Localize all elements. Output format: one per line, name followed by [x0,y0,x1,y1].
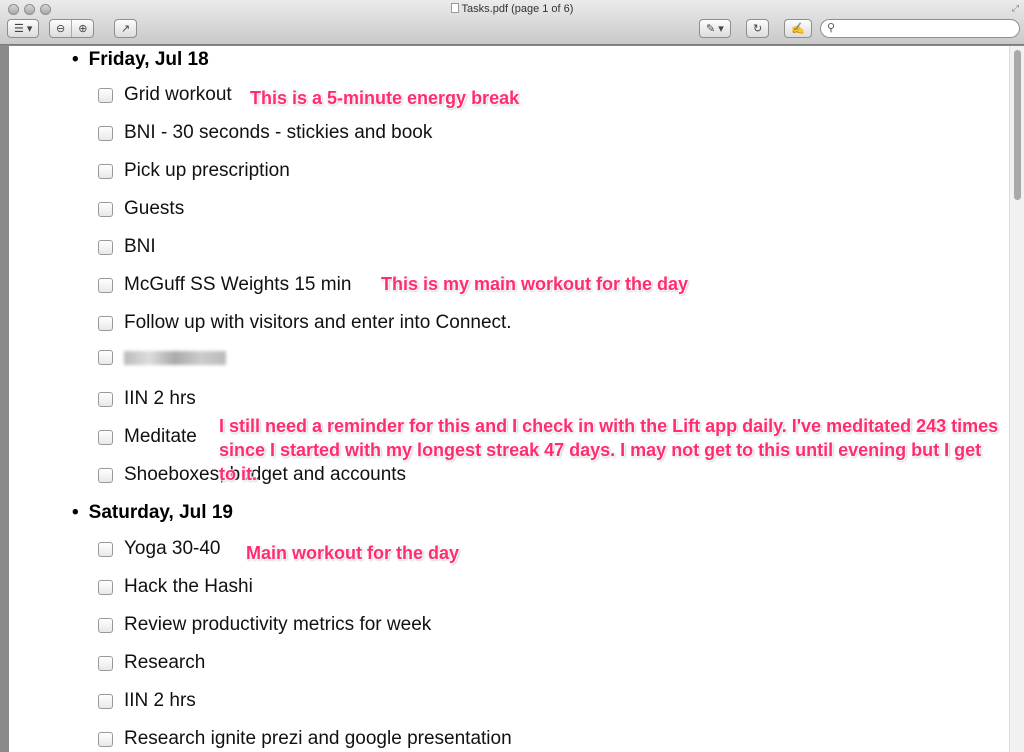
edit-button[interactable]: ✍ [784,19,812,38]
task-label: Guests [124,198,185,219]
task-checkbox[interactable] [98,655,113,671]
scrollbar[interactable] [1009,46,1024,752]
task-checkbox[interactable] [98,239,113,255]
annotation-grid: This is a 5-minute energy break [250,88,520,108]
task-label: Follow up with visitors and enter into C… [124,312,512,333]
title-bar: Tasks.pdf (page 1 of 6) ⤢ ☰ ▾ ⊖ ⊕ ↗ ✎ ▾ ↻… [0,0,1024,45]
annotation-meditate: I still need a reminder for this and I c… [219,416,999,484]
task-label: IIN 2 hrs [124,388,196,409]
window-title: Tasks.pdf (page 1 of 6) [0,3,1024,15]
task-label: Pick up prescription [124,160,290,181]
rotate-button[interactable]: ↻ [746,19,770,38]
task-label: BNI - 30 seconds - stickies and book [124,122,433,143]
task-label: BNI [124,236,156,257]
task-label: Meditate [124,426,197,447]
redacted-text [124,350,226,365]
task-label: Yoga 30-40 [124,538,221,559]
task-checkbox[interactable] [98,617,113,633]
task-item: IIN 2 hrs [98,690,196,712]
annotation-mcguff: This is my main workout for the day [381,274,689,294]
task-label: McGuff SS Weights 15 min [124,274,352,295]
task-label: IIN 2 hrs [124,690,196,711]
pdf-document-icon [450,3,459,13]
window-title-text: Tasks.pdf (page 1 of 6) [461,3,574,15]
rotate-icon: ↻ [753,23,763,35]
task-item: Research ignite prezi and google present… [98,728,512,750]
task-label: Grid workout [124,84,232,105]
task-checkbox[interactable] [98,467,113,483]
fullscreen-icon[interactable]: ⤢ [1012,3,1019,14]
edit-icon: ✍ [791,23,805,35]
task-item: Grid workout [98,84,232,106]
task-checkbox[interactable] [98,693,113,709]
day-heading: Saturday, Jul 19 [72,502,233,524]
sidebar-icon: ☰ ▾ [14,23,33,35]
annotate-button[interactable]: ✎ ▾ [699,19,731,38]
task-checkbox[interactable] [98,429,113,445]
share-button[interactable]: ↗ [114,19,138,38]
day-heading: Friday, Jul 18 [72,49,209,71]
task-item: Follow up with visitors and enter into C… [98,312,512,334]
annotation-yoga: Main workout for the day [246,543,460,563]
scrollbar-thumb[interactable] [1014,50,1021,200]
task-item: BNI [98,236,156,258]
task-checkbox[interactable] [98,541,113,557]
share-icon: ↗ [121,23,131,35]
sidebar-button[interactable]: ☰ ▾ [7,19,40,38]
task-item: Hack the Hashi [98,576,253,598]
search-input[interactable]: ⚲ [820,19,1020,38]
task-checkbox[interactable] [98,731,113,747]
task-item: Research [98,652,205,674]
task-label: Research [124,652,206,673]
task-checkbox[interactable] [98,579,113,595]
task-checkbox[interactable] [98,201,113,217]
task-label: Hack the Hashi [124,576,253,597]
task-item: McGuff SS Weights 15 min [98,274,351,296]
zoom-out-button[interactable]: ⊖ [50,20,73,37]
search-icon: ⚲ [827,22,836,34]
pen-icon: ✎ ▾ [706,23,724,35]
zoom-in-button[interactable]: ⊕ [72,20,93,37]
task-checkbox[interactable] [98,350,113,365]
task-item: Meditate [98,426,197,448]
task-checkbox[interactable] [98,125,113,141]
task-item: Review productivity metrics for week [98,614,431,636]
task-item: Yoga 30-40 [98,538,221,560]
zoom-group: ⊖ ⊕ [49,19,95,38]
task-checkbox[interactable] [98,277,113,293]
task-checkbox[interactable] [98,87,113,103]
task-item: BNI - 30 seconds - stickies and book [98,122,432,144]
task-checkbox[interactable] [98,163,113,179]
task-label: Research ignite prezi and google present… [124,728,512,749]
task-item: IIN 2 hrs [98,388,196,410]
task-label: Review productivity metrics for week [124,614,432,635]
task-checkbox[interactable] [98,315,113,331]
task-item: Pick up prescription [98,160,290,182]
task-checkbox[interactable] [98,391,113,407]
task-item [98,350,226,365]
task-item: Guests [98,198,184,220]
